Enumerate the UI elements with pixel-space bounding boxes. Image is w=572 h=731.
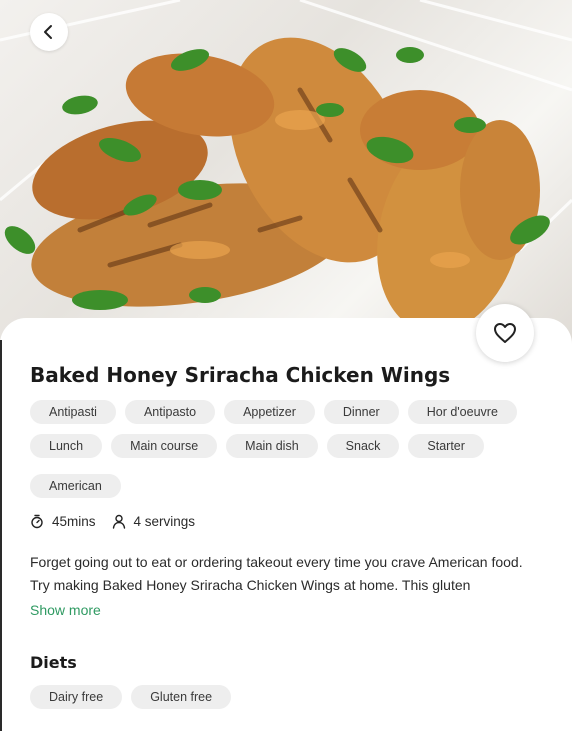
servings: 4 servings [133,514,196,529]
recipe-title: Baked Honey Sriracha Chicken Wings [30,363,451,387]
cook-time: 45mins [52,514,96,529]
tag-chip[interactable]: Appetizer [224,400,315,424]
dish-type-tags: Lunch Main course Main dish Snack Starte… [30,434,484,458]
diet-chip[interactable]: Dairy free [30,685,123,709]
diets-heading: Diets [30,653,77,672]
tag-chip[interactable]: Antipasti [30,400,116,424]
tag-chip[interactable]: Lunch [30,434,103,458]
tag-chip[interactable]: Starter [408,434,484,458]
tag-chip[interactable]: Snack [326,434,400,458]
show-more-link[interactable]: Show more [30,602,101,618]
favorite-button[interactable] [476,304,534,362]
back-button[interactable] [30,13,68,51]
chevron-left-icon [44,25,52,39]
person-icon [112,514,126,529]
diet-tags: Dairy free Gluten free [30,685,232,709]
divider [0,340,2,731]
dish-type-tags: Antipasti Antipasto Appetizer Dinner Hor… [30,400,517,424]
tag-chip[interactable]: Antipasto [124,400,216,424]
tag-chip[interactable]: Hor d'oeuvre [407,400,517,424]
tag-chip[interactable]: Dinner [323,400,399,424]
recipe-meta: 45mins 4 servings [30,514,195,529]
recipe-description: Forget going out to eat or ordering take… [30,554,523,593]
recipe-hero-image [0,0,572,360]
cuisine-tags: American [30,474,121,498]
chicken-wings-photo [0,0,572,334]
tag-chip[interactable]: Main dish [226,434,318,458]
heart-outline-icon [494,323,516,343]
diet-chip[interactable]: Gluten free [131,685,232,709]
timer-icon [30,514,44,529]
cuisine-chip[interactable]: American [30,474,121,498]
tag-chip[interactable]: Main course [111,434,218,458]
